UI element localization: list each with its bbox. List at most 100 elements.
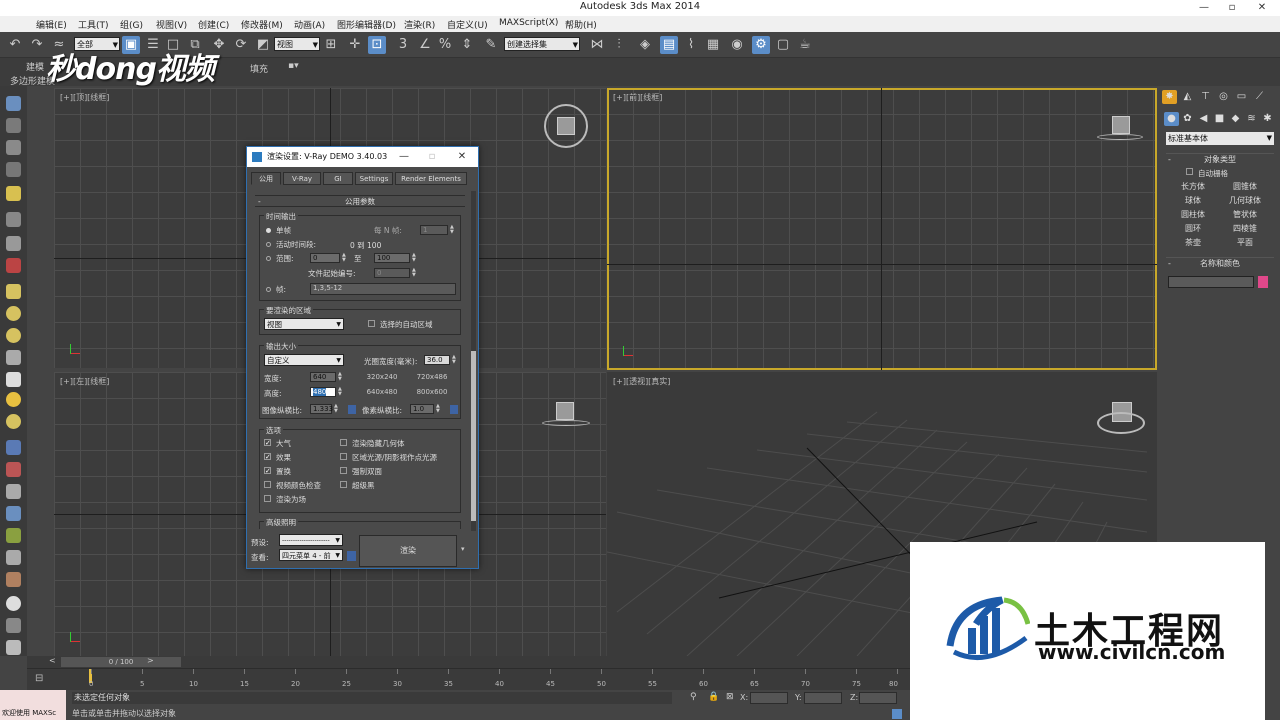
motion-tab-icon[interactable]: ◎ bbox=[1216, 90, 1231, 104]
viewport-front-label[interactable]: [+][前][线框] bbox=[613, 92, 662, 103]
width-spinner[interactable]: ▲ ▼ bbox=[338, 372, 343, 382]
z-coord-field[interactable] bbox=[859, 692, 897, 704]
track-bar-toggle-icon[interactable]: ⊟ bbox=[35, 673, 43, 684]
helper-icon[interactable] bbox=[6, 440, 21, 455]
object-color-swatch[interactable] bbox=[1258, 276, 1268, 288]
geosphere-button[interactable]: 几何球体 bbox=[1220, 194, 1270, 207]
preset-720x486-button[interactable]: 720x486 bbox=[410, 371, 454, 383]
frames-field[interactable]: 1,3,5-12 bbox=[310, 283, 456, 295]
aperture-width-spinner[interactable]: ▲ ▼ bbox=[452, 355, 457, 365]
viewcube[interactable] bbox=[556, 402, 574, 420]
track-bar[interactable]: ⊟ 0 5 10 15 20 25 30 35 40 45 50 55 60 6… bbox=[27, 668, 910, 690]
mirror-icon[interactable]: ⋈ bbox=[588, 36, 606, 54]
material-editor-icon[interactable]: ◉ bbox=[728, 36, 746, 54]
select-manipulate-icon[interactable]: ✛ bbox=[346, 36, 364, 54]
tab-settings[interactable]: Settings bbox=[355, 172, 393, 185]
viewcube[interactable] bbox=[1112, 116, 1130, 134]
utilities-tab-icon[interactable]: ⟋ bbox=[1252, 90, 1267, 104]
keyboard-shortcut-toggle-icon[interactable]: ⊡ bbox=[368, 36, 386, 54]
graphite-toggle-icon[interactable]: ▤ bbox=[660, 36, 678, 54]
pixel-aspect-lock-icon[interactable] bbox=[450, 405, 458, 414]
menu-create[interactable]: 创建(C) bbox=[198, 18, 229, 31]
scene-explorer-icon[interactable] bbox=[6, 96, 21, 111]
sphere-tool-icon[interactable] bbox=[6, 236, 21, 251]
viewport-top-label[interactable]: [+][顶][线框] bbox=[60, 92, 109, 103]
image-aspect-field[interactable]: 1.333 bbox=[310, 404, 333, 414]
rotate-icon[interactable]: ⟳ bbox=[232, 36, 250, 54]
height-spinner[interactable]: ▲ ▼ bbox=[338, 387, 343, 397]
display-tab-icon[interactable]: ▭ bbox=[1234, 90, 1249, 104]
time-slider[interactable]: 0 / 100 bbox=[61, 657, 181, 667]
isolate-icon[interactable]: ⚲ bbox=[690, 692, 697, 702]
tab-gi[interactable]: GI bbox=[323, 172, 353, 185]
super-black-checkbox[interactable] bbox=[340, 481, 347, 488]
box-button[interactable]: 长方体 bbox=[1168, 180, 1218, 193]
menu-views[interactable]: 视图(V) bbox=[156, 18, 187, 31]
aperture-width-field[interactable]: 36.0 bbox=[424, 355, 450, 365]
viewcube-ring[interactable] bbox=[1097, 412, 1145, 434]
pixel-aspect-spinner[interactable]: ▲ ▼ bbox=[436, 404, 441, 414]
viewport-left-label[interactable]: [+][左][线框] bbox=[60, 376, 109, 387]
tab-vray[interactable]: V-Ray bbox=[283, 172, 321, 185]
viewport-front[interactable]: [+][前][线框] bbox=[607, 88, 1157, 370]
maximize-button[interactable]: ▫ bbox=[1218, 0, 1246, 16]
menu-edit[interactable]: 编辑(E) bbox=[36, 18, 67, 31]
percent-snap-icon[interactable]: % bbox=[436, 36, 454, 54]
preset-320x240-button[interactable]: 320x240 bbox=[360, 371, 404, 383]
ball-icon[interactable] bbox=[6, 596, 21, 611]
align-icon[interactable]: ⫶ bbox=[610, 36, 628, 54]
menu-maxscript[interactable]: MAXScript(X) bbox=[499, 18, 558, 28]
tube-button[interactable]: 管状体 bbox=[1220, 208, 1270, 221]
file-number-base-field[interactable]: 0 bbox=[374, 268, 410, 278]
light-icon[interactable] bbox=[6, 186, 21, 201]
every-nth-spinner[interactable]: ▲ ▼ bbox=[450, 225, 455, 235]
area-select[interactable]: 视图 ▼ bbox=[264, 318, 344, 330]
dialog-scrollbar[interactable] bbox=[471, 191, 476, 531]
range-radio[interactable] bbox=[266, 256, 271, 261]
single-frame-radio[interactable] bbox=[266, 228, 271, 233]
render-button[interactable]: 渲染 bbox=[359, 535, 457, 567]
force-2sided-checkbox[interactable] bbox=[340, 467, 347, 474]
menu-tools[interactable]: 工具(T) bbox=[78, 18, 109, 31]
pivot-center-icon[interactable]: ⊞ bbox=[322, 36, 340, 54]
teapot-button[interactable]: 茶壶 bbox=[1168, 236, 1218, 249]
geosphere-icon[interactable] bbox=[6, 414, 21, 429]
bone-icon[interactable] bbox=[6, 550, 21, 565]
scroll-icon[interactable] bbox=[6, 640, 21, 655]
auto-region-checkbox[interactable] bbox=[368, 320, 375, 327]
area-lights-checkbox[interactable] bbox=[340, 453, 347, 460]
cone-button[interactable]: 圆锥体 bbox=[1220, 180, 1270, 193]
file-number-base-spinner[interactable]: ▲ ▼ bbox=[412, 268, 417, 278]
dialog-close-button[interactable]: ✕ bbox=[447, 147, 477, 167]
object-type-rollout[interactable]: - 对象类型 bbox=[1166, 153, 1274, 165]
displacement-checkbox[interactable]: ✓ bbox=[264, 467, 271, 475]
torus-button[interactable]: 圆环 bbox=[1168, 222, 1218, 235]
x-coord-field[interactable] bbox=[750, 692, 788, 704]
plane-button[interactable]: 平面 bbox=[1220, 236, 1270, 249]
box-tool-icon[interactable] bbox=[6, 284, 21, 299]
menu-customize[interactable]: 自定义(U) bbox=[447, 18, 488, 31]
sun-icon[interactable] bbox=[6, 392, 21, 407]
active-segment-radio[interactable] bbox=[266, 242, 271, 247]
dialog-maximize-button[interactable]: ▫ bbox=[417, 147, 447, 167]
list-icon[interactable] bbox=[6, 140, 21, 155]
create-tab-icon[interactable]: ✸ bbox=[1162, 90, 1177, 104]
sphere-icon[interactable] bbox=[6, 306, 21, 321]
tab-common[interactable]: 公用 bbox=[251, 172, 281, 185]
frames-radio[interactable] bbox=[266, 287, 271, 292]
lights-icon[interactable]: ◀ bbox=[1196, 112, 1211, 126]
cone-icon[interactable] bbox=[6, 372, 21, 387]
modify-tab-icon[interactable]: ◭ bbox=[1180, 90, 1195, 104]
viewcube-ring[interactable] bbox=[542, 420, 590, 426]
transform-icon[interactable] bbox=[6, 212, 21, 227]
viewcube-ring[interactable] bbox=[1097, 134, 1143, 140]
rendered-frame-icon[interactable]: ▢ bbox=[774, 36, 792, 54]
slider-prev-icon[interactable]: < bbox=[49, 656, 56, 665]
undo-icon[interactable]: ↶ bbox=[6, 36, 24, 54]
particle-icon[interactable] bbox=[6, 258, 21, 273]
cylinder-button[interactable]: 圆柱体 bbox=[1168, 208, 1218, 221]
dialog-scroll-thumb[interactable] bbox=[471, 351, 476, 521]
lock-icon[interactable]: 🔒 bbox=[708, 692, 719, 702]
display-icon[interactable] bbox=[6, 162, 21, 177]
effects-checkbox[interactable]: ✓ bbox=[264, 453, 271, 461]
